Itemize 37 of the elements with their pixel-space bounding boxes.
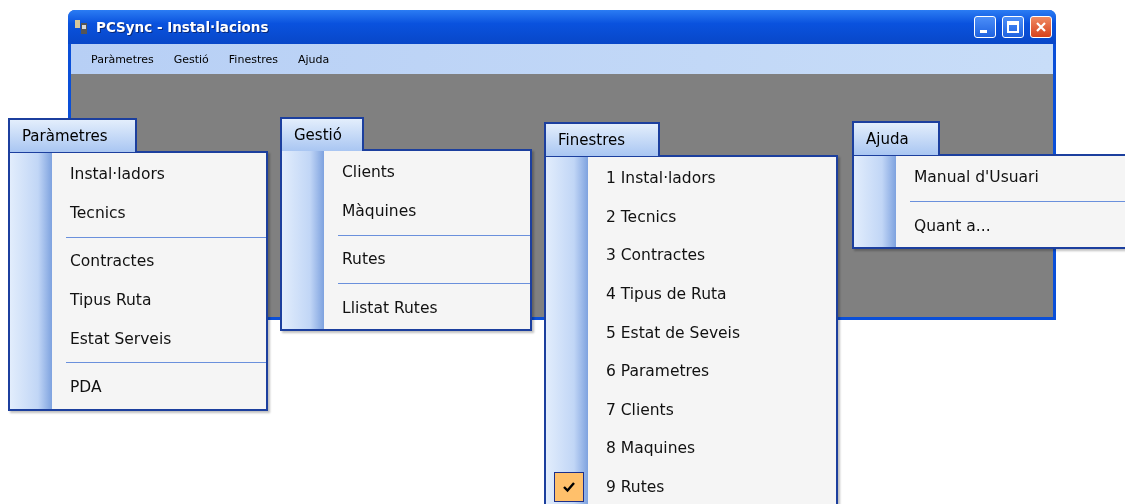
close-button[interactable] [1030, 16, 1052, 38]
menu-title[interactable]: Ajuda [852, 121, 940, 155]
menu-item[interactable]: 8 Maquines [546, 429, 836, 468]
menu-bar-item[interactable]: Gestió [163, 50, 219, 68]
menu-item[interactable]: Tecnics [10, 193, 266, 233]
minimize-icon [980, 29, 987, 33]
menu-item[interactable]: Màquines [282, 191, 530, 231]
menu-title[interactable]: Finestres [544, 122, 660, 156]
app-icon [74, 19, 90, 35]
menu-item[interactable]: Manual d'Usuari [854, 158, 1125, 197]
menu-item[interactable]: 7 Clients [546, 390, 836, 430]
menu-item[interactable]: Rutes [282, 240, 530, 279]
menu-item[interactable]: 1 Instal·ladors [546, 159, 836, 198]
menu-bar-item[interactable]: Ajuda [288, 50, 340, 68]
menu-item[interactable]: Clients [282, 153, 530, 192]
menu-item[interactable]: 4 Tipus de Ruta [546, 274, 836, 314]
maximize-icon [1007, 21, 1019, 33]
menu-item[interactable]: PDA [10, 367, 266, 407]
menu-item[interactable]: 2 Tecnics [546, 197, 836, 237]
menu-item[interactable]: Estat Serveis [10, 319, 266, 358]
menu-item[interactable]: 6 Parametres [546, 351, 836, 391]
menu-item[interactable]: 5 Estat de Seveis [546, 313, 836, 352]
menu-item[interactable]: Quant a... [854, 206, 1125, 246]
menu-item[interactable]: Llistat Rutes [282, 288, 530, 328]
menu-title[interactable]: Gestió [280, 117, 364, 151]
minimize-button[interactable] [974, 16, 996, 38]
menu-item[interactable]: Tipus Ruta [10, 280, 266, 320]
menu-bar-item[interactable]: Finestres [218, 50, 288, 68]
menu-item[interactable]: Contractes [10, 242, 266, 281]
window-title: PCSync - Instal·lacions [96, 19, 270, 35]
menu-item[interactable]: 3 Contractes [546, 236, 836, 275]
maximize-button[interactable] [1002, 16, 1024, 38]
menu-bar-item[interactable]: Paràmetres [81, 50, 164, 68]
menu-item[interactable]: Instal·ladors [10, 155, 266, 194]
menu-item[interactable]: 9 Rutes [546, 467, 836, 504]
close-icon [1035, 21, 1047, 33]
menu-title[interactable]: Paràmetres [8, 118, 137, 152]
